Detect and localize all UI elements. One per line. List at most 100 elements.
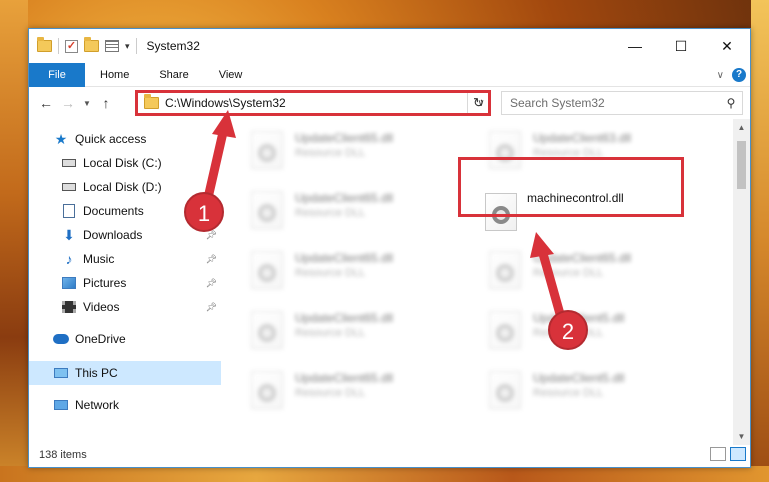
file-name: machinecontrol.dll: [527, 191, 624, 205]
file-name: UpdateClient65.dll: [295, 131, 394, 145]
sidebar-item-label: Local Disk (D:): [83, 180, 162, 194]
dll-file-icon: [251, 251, 283, 289]
file-item[interactable]: UpdateClient65.dll Resource DLL: [229, 305, 449, 361]
file-item-machinecontrol[interactable]: machinecontrol.dll: [467, 185, 687, 241]
gear-icon: [496, 264, 514, 282]
address-folder-icon: [144, 94, 159, 109]
pin-icon[interactable]: 📌︎: [206, 254, 217, 265]
expand-ribbon-chevron-icon[interactable]: ∨: [717, 70, 724, 81]
dll-file-icon: [251, 191, 283, 229]
item-count: 138 items: [39, 449, 87, 461]
file-item[interactable]: UpdateClient63.dll Resource DLL: [467, 125, 687, 181]
customize-toolbar-dropdown[interactable]: ▾: [125, 41, 130, 52]
sidebar-item-label: Network: [75, 398, 120, 412]
details-view-icon[interactable]: [710, 447, 726, 461]
properties-icon[interactable]: [105, 40, 119, 52]
gear-icon: [258, 264, 276, 282]
gear-icon: [492, 206, 510, 224]
file-name: UpdateClient65.dll: [533, 251, 632, 265]
properties-check-icon[interactable]: ✓: [65, 39, 78, 53]
toolbar-divider: [135, 38, 137, 54]
recent-locations-chevron-icon[interactable]: ▼: [79, 99, 95, 108]
file-type: Resource DLL: [295, 387, 366, 399]
sidebar-item-label: Downloads: [83, 228, 143, 242]
tab-share[interactable]: Share: [144, 63, 203, 87]
back-arrow-icon[interactable]: ←: [35, 95, 57, 111]
window-title: System32: [146, 39, 200, 53]
sidebar-item-label: Music: [83, 252, 115, 266]
video-icon: [61, 299, 77, 315]
file-item[interactable]: UpdateClient65.dll Resource DLL: [229, 125, 449, 181]
search-icon[interactable]: ⚲: [720, 96, 742, 110]
file-type: Resource DLL: [295, 147, 366, 159]
music-icon: ♪: [65, 251, 73, 267]
dll-file-icon: [485, 193, 517, 231]
gear-icon: [258, 324, 276, 342]
address-bar[interactable]: C:\Windows\System32 ∨: [137, 91, 491, 115]
gear-icon: [258, 204, 276, 222]
sidebar-item-label: Pictures: [83, 276, 127, 290]
sidebar-item-label: Quick access: [75, 132, 147, 146]
file-item[interactable]: UpdateClient65.dll Resource DLL: [467, 245, 687, 301]
file-item[interactable]: UpdateClient65.dll Resource DLL: [229, 365, 449, 421]
close-button[interactable]: ✕: [704, 29, 750, 63]
forward-arrow-icon[interactable]: →: [57, 95, 79, 111]
dll-file-icon: [251, 311, 283, 349]
cloud-icon: [53, 331, 69, 347]
gear-icon: [496, 144, 514, 162]
up-arrow-icon[interactable]: ↑: [95, 95, 117, 111]
sidebar-item-videos[interactable]: Videos 📌︎: [29, 295, 221, 319]
computer-icon: [53, 365, 69, 381]
file-name: UpdateClient65.dll: [295, 311, 394, 325]
file-name: UpdateClient5.dll: [533, 371, 625, 385]
window-controls: — ☐ ✕: [612, 29, 750, 63]
vertical-scrollbar[interactable]: ▲ ▼: [733, 119, 750, 445]
refresh-icon[interactable]: ↻: [467, 91, 489, 115]
tab-file[interactable]: File: [29, 62, 85, 87]
file-name: UpdateClient65.dll: [295, 191, 394, 205]
file-name: UpdateClient65.dll: [295, 251, 394, 265]
file-explorer-window: ✓ ▾ System32 — ☐ ✕ File Home Share View …: [28, 28, 751, 468]
scrollbar-thumb[interactable]: [737, 141, 746, 189]
file-item[interactable]: UpdateClient65.dll Resource DLL: [229, 185, 449, 241]
sidebar-item-label: Local Disk (C:): [83, 156, 162, 170]
tiles-view-icon[interactable]: [730, 447, 746, 461]
new-folder-icon[interactable]: [84, 37, 99, 52]
desktop-background-bottom: [0, 466, 769, 482]
sidebar-item-onedrive[interactable]: OneDrive: [29, 327, 221, 351]
file-item[interactable]: UpdateClient65.dll Resource DLL: [229, 245, 449, 301]
search-input[interactable]: Search System32: [510, 96, 720, 110]
file-type: Resource DLL: [533, 147, 604, 159]
title-bar: ✓ ▾ System32 — ☐ ✕: [29, 29, 750, 63]
sidebar-item-network[interactable]: Network: [29, 393, 221, 417]
file-name: UpdateClient65.dll: [295, 371, 394, 385]
sidebar-item-quick-access[interactable]: ★ Quick access: [29, 127, 221, 151]
file-type: Resource DLL: [533, 387, 604, 399]
tab-home[interactable]: Home: [85, 63, 144, 87]
gear-icon: [496, 384, 514, 402]
desktop-background-right: [751, 0, 769, 482]
star-icon: ★: [54, 130, 68, 147]
step-2-badge: 2: [548, 310, 588, 350]
sidebar-item-label: Documents: [83, 204, 144, 218]
dll-file-icon: [489, 251, 521, 289]
sidebar-item-local-disk-c[interactable]: Local Disk (C:): [29, 151, 221, 175]
sidebar-item-music[interactable]: ♪ Music 📌︎: [29, 247, 221, 271]
maximize-button[interactable]: ☐: [658, 29, 704, 63]
sidebar-item-this-pc[interactable]: This PC: [29, 361, 221, 385]
pin-icon[interactable]: 📌︎: [206, 278, 217, 289]
minimize-button[interactable]: —: [612, 29, 658, 63]
help-icon[interactable]: ?: [732, 68, 746, 82]
sidebar-item-label: OneDrive: [75, 332, 126, 346]
address-path[interactable]: C:\Windows\System32: [165, 96, 466, 110]
folder-icon[interactable]: [37, 37, 52, 52]
sidebar-item-pictures[interactable]: Pictures 📌︎: [29, 271, 221, 295]
scroll-up-arrow-icon[interactable]: ▲: [733, 119, 750, 136]
document-icon: [61, 203, 77, 219]
gear-icon: [258, 384, 276, 402]
status-bar: 138 items: [29, 443, 750, 467]
file-item[interactable]: UpdateClient5.dll Resource DLL: [467, 365, 687, 421]
tab-view[interactable]: View: [204, 63, 258, 87]
search-box[interactable]: Search System32 ⚲: [501, 91, 743, 115]
pin-icon[interactable]: 📌︎: [206, 302, 217, 313]
